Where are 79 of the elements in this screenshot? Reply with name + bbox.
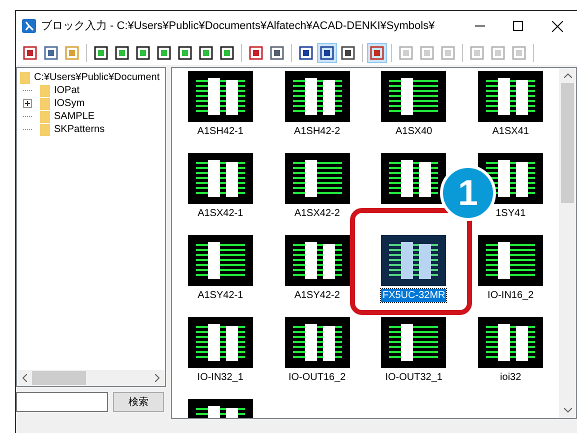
block-preview-drawing[interactable] — [381, 317, 446, 368]
toolbar-glyph-icon — [114, 45, 130, 61]
scrollbar-thumb[interactable] — [561, 83, 574, 203]
block-label[interactable]: A1SH42-2 — [293, 125, 342, 138]
step-callout: 1 — [440, 165, 496, 221]
block-label[interactable]: A1SX42-2 — [293, 207, 341, 220]
toolbar-glyph-icon — [248, 45, 264, 61]
block-label[interactable]: A1SX40 — [394, 125, 434, 138]
tree-item[interactable]: SAMPLE — [40, 110, 95, 123]
block-preview-drawing[interactable] — [381, 153, 446, 204]
block-label[interactable]: A1SH42-1 — [196, 125, 244, 138]
toolbar-glyph-icon — [319, 45, 335, 61]
scroll-down-icon — [564, 408, 572, 413]
scroll-left-icon[interactable] — [22, 374, 27, 382]
tree-item[interactable]: SKPatterns — [40, 123, 105, 136]
block-label[interactable]: ioi32 — [499, 371, 522, 384]
search-field[interactable] — [16, 392, 108, 412]
toolbar-glyph-icon — [219, 45, 235, 61]
maximize-icon — [513, 21, 523, 31]
toolbar-glyph-icon — [298, 45, 314, 61]
block-label[interactable]: FX5UC-32MR — [381, 289, 446, 302]
search-button[interactable]: 検索 — [113, 392, 164, 412]
tree-item[interactable]: IOPat — [40, 84, 80, 97]
toolbar-glyph-icon — [156, 45, 172, 61]
folder-icon — [40, 110, 50, 122]
block-label[interactable]: IO-IN32_1 — [196, 371, 244, 384]
block-label[interactable]: 1SY41 — [494, 207, 527, 220]
block-label[interactable]: IO-IN16_2 — [486, 289, 535, 302]
tree-item[interactable]: C:¥Users¥Public¥Document — [20, 71, 165, 84]
close-icon — [552, 20, 562, 32]
toolbar-glyph-icon — [511, 45, 527, 61]
scrollbar-thumb[interactable] — [32, 371, 86, 385]
folder-icon — [40, 84, 50, 96]
block-label[interactable]: A1SX41 — [491, 125, 530, 138]
toolbar-glyph-icon — [177, 45, 193, 61]
block-label[interactable]: IO-OUT32_1 — [384, 371, 444, 384]
block-preview-drawing[interactable] — [188, 317, 253, 368]
block-preview-drawing[interactable] — [188, 235, 253, 286]
toolbar-glyph-icon — [43, 45, 59, 61]
toolbar-glyph-icon — [469, 45, 485, 61]
block-preview-drawing[interactable] — [478, 235, 544, 286]
block-preview-drawing[interactable] — [478, 71, 544, 122]
folder-icon — [40, 98, 50, 110]
toolbar-glyph-icon — [22, 45, 38, 61]
block-preview-drawing[interactable] — [381, 71, 446, 122]
toolbar-glyph-icon — [398, 45, 414, 61]
toolbar-glyph-icon — [93, 45, 109, 61]
scroll-up-icon — [564, 73, 572, 78]
toolbar-glyph-icon — [490, 45, 506, 61]
block-preview-drawing[interactable] — [188, 71, 253, 122]
folder-icon — [20, 72, 30, 84]
toolbar-glyph-icon — [198, 45, 214, 61]
toolbar-button[interactable] — [317, 43, 337, 63]
toolbar-glyph-icon — [135, 45, 151, 61]
block-label[interactable]: A1SY42-2 — [293, 289, 341, 302]
folder-icon — [40, 124, 50, 136]
tree-item[interactable]: IOSym — [40, 97, 85, 110]
toolbar-glyph-icon — [369, 45, 385, 61]
toolbar-glyph-icon — [64, 45, 80, 61]
block-label[interactable]: A1SX42-1 — [196, 207, 244, 220]
toolbar-glyph-icon — [440, 45, 456, 61]
vertical-scrollbar[interactable] — [559, 68, 576, 418]
toolbar-glyph-icon — [269, 45, 285, 61]
block-preview-drawing[interactable] — [284, 317, 350, 368]
block-preview-drawing[interactable] — [478, 317, 544, 368]
block-label[interactable]: A1SY42-1 — [196, 289, 244, 302]
scroll-right-icon[interactable] — [155, 374, 160, 382]
toolbar-glyph-icon — [419, 45, 435, 61]
block-preview-drawing[interactable] — [284, 235, 350, 286]
block-preview-drawing[interactable] — [188, 153, 253, 204]
window-title: ブロック入力 - C:¥Users¥Public¥Documents¥Alfatech¥ACAD-DENKI¥Symbols¥ — [41, 18, 435, 34]
block-preview-drawing[interactable] — [381, 235, 446, 286]
toolbar-glyph-icon — [340, 45, 356, 61]
app-icon — [22, 19, 36, 33]
block-preview-drawing[interactable] — [284, 153, 350, 204]
expand-toggle-icon[interactable] — [22, 99, 32, 108]
block-label[interactable]: IO-OUT16_2 — [288, 371, 347, 384]
horizontal-scrollbar[interactable] — [17, 370, 165, 386]
block-preview-drawing[interactable] — [284, 71, 350, 122]
